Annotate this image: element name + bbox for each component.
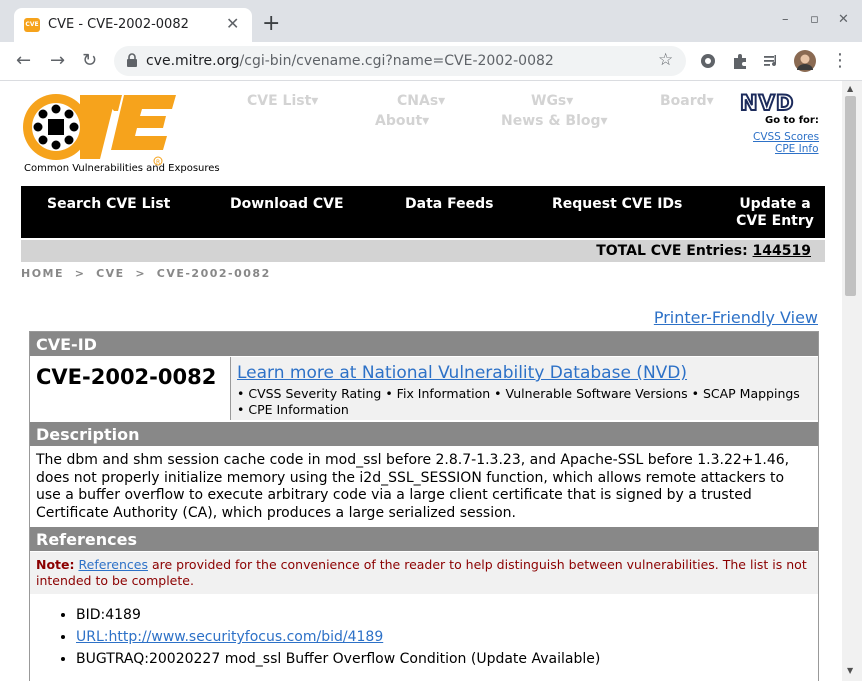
nav-board[interactable]: Board▾: [660, 93, 714, 109]
reference-link[interactable]: URL:http://www.securityfocus.com/bid/418…: [76, 629, 383, 645]
breadcrumb: HOME > CVE > CVE-2002-0082: [21, 267, 271, 280]
main-navbar: Search CVE List Download CVE Data Feeds …: [21, 186, 825, 238]
nvd-cpe-info-link[interactable]: CPE Info: [775, 143, 819, 155]
url-host: cve.mitre.org: [146, 53, 240, 69]
breadcrumb-cve[interactable]: CVE: [96, 267, 125, 280]
navbar-update-cve-entry[interactable]: Update a CVE Entry: [725, 196, 825, 230]
nav-cve-list[interactable]: CVE List▾: [247, 93, 318, 109]
breadcrumb-separator: >: [135, 267, 147, 280]
references-note-text: Note: References are provided for the co…: [36, 557, 810, 589]
logo-tagline: Common Vulnerabilities and Exposures: [24, 163, 220, 174]
restore-icon[interactable]: ▫: [810, 12, 819, 28]
cve-id-header: CVE-ID: [30, 332, 818, 356]
cve-logo[interactable]: R: [22, 89, 180, 167]
cve-details-table: CVE-ID CVE-2002-0082 Learn more at Natio…: [29, 331, 819, 681]
scroll-up-icon[interactable]: ▲: [847, 84, 853, 93]
nvd-cvss-scores-link[interactable]: CVSS Scores: [753, 131, 819, 143]
navbar-request-cve-ids[interactable]: Request CVE IDs: [552, 196, 682, 212]
back-icon[interactable]: ←: [16, 51, 31, 71]
close-window-icon[interactable]: ✕: [838, 12, 849, 28]
references-note: Note: References are provided for the co…: [30, 552, 818, 594]
media-queue-icon[interactable]: [762, 52, 780, 70]
total-count[interactable]: 144519: [753, 243, 811, 259]
cve-id: CVE-2002-0082: [36, 365, 217, 389]
nav-cnas[interactable]: CNAs▾: [397, 93, 445, 109]
extension-circle-icon[interactable]: [699, 52, 717, 70]
cve-favicon-icon: CVE: [24, 18, 40, 32]
total-entries: TOTAL CVE Entries: 144519: [596, 243, 811, 259]
breadcrumb-home[interactable]: HOME: [21, 267, 64, 280]
cve-id-header-label: CVE-ID: [36, 335, 97, 354]
navbar-search-cve-list[interactable]: Search CVE List: [47, 196, 170, 212]
references-header: References: [30, 527, 818, 551]
total-label: TOTAL CVE Entries:: [596, 243, 748, 259]
lock-icon: [127, 53, 137, 67]
reference-item: BID:4189: [76, 604, 806, 626]
nvd-info-cell: Learn more at National Vulnerability Dat…: [231, 357, 818, 420]
navbar-download-cve[interactable]: Download CVE: [230, 196, 344, 212]
scroll-down-icon[interactable]: ▼: [847, 666, 853, 675]
menu-dots-icon[interactable]: ⋮: [831, 51, 849, 71]
new-tab-icon[interactable]: +: [262, 13, 280, 35]
tab-strip: CVE CVE - CVE-2002-0082 ✕ + – ▫ ✕: [0, 0, 862, 42]
references-list: BID:4189 URL:http://www.securityfocus.co…: [30, 604, 806, 670]
note-body: are provided for the convenience of the …: [36, 557, 807, 588]
note-label: Note:: [36, 557, 75, 572]
navbar-data-feeds[interactable]: Data Feeds: [405, 196, 493, 212]
url-text[interactable]: cve.mitre.org/cgi-bin/cvename.cgi?name=C…: [146, 53, 554, 69]
profile-avatar[interactable]: [794, 50, 816, 72]
description-header-label: Description: [36, 425, 140, 444]
address-bar[interactable]: cve.mitre.org/cgi-bin/cvename.cgi?name=C…: [114, 46, 686, 76]
nav-about[interactable]: About▾: [375, 113, 429, 129]
printer-friendly-link[interactable]: Printer-Friendly View: [654, 308, 818, 327]
minimize-icon[interactable]: –: [782, 12, 789, 28]
browser-tab[interactable]: CVE CVE - CVE-2002-0082 ✕: [14, 8, 252, 42]
references-header-label: References: [36, 530, 137, 549]
nvd-learn-more-link[interactable]: Learn more at National Vulnerability Dat…: [237, 363, 687, 383]
scrollbar-thumb[interactable]: [845, 96, 856, 296]
description-header: Description: [30, 422, 818, 446]
nav-news-blog[interactable]: News & Blog▾: [501, 113, 608, 129]
browser-toolbar: ← → ↻ cve.mitre.org/cgi-bin/cvename.cgi?…: [0, 42, 862, 81]
forward-icon[interactable]: →: [50, 51, 65, 71]
bookmark-star-icon[interactable]: ☆: [658, 50, 673, 70]
note-references-link[interactable]: References: [79, 557, 148, 572]
description-text: The dbm and shm session cache code in mo…: [36, 452, 790, 521]
extensions-puzzle-icon[interactable]: [731, 52, 749, 70]
breadcrumb-separator: >: [74, 267, 86, 280]
close-tab-icon[interactable]: ✕: [226, 15, 239, 33]
cve-id-cell: CVE-2002-0082: [30, 357, 231, 420]
reference-item: URL:http://www.securityfocus.com/bid/418…: [76, 626, 806, 648]
reload-icon[interactable]: ↻: [82, 51, 97, 71]
web-page: R Common Vulnerabilities and Exposures C…: [0, 81, 842, 681]
nav-wgs[interactable]: WGs▾: [531, 93, 573, 109]
reference-item: BUGTRAQ:20020227 mod_ssl Buffer Overflow…: [76, 648, 806, 670]
breadcrumb-current: CVE-2002-0082: [156, 267, 271, 280]
total-entries-bar: TOTAL CVE Entries: 144519: [21, 240, 825, 262]
nvd-logo[interactable]: NVD: [739, 90, 794, 116]
nvd-feature-list: • CVSS Severity Rating • Fix Information…: [237, 386, 800, 417]
nvd-goto-label: Go to for:: [765, 115, 819, 126]
tab-title: CVE - CVE-2002-0082: [48, 17, 189, 32]
url-path: /cgi-bin/cvename.cgi?name=CVE-2002-0082: [239, 53, 554, 69]
